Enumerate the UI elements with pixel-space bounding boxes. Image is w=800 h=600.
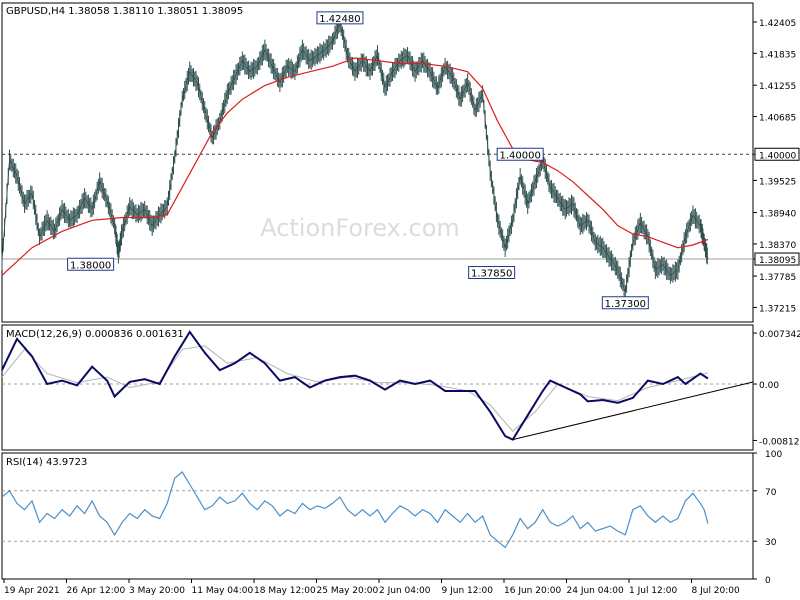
price-y-tick-label: 1.37785 [759, 273, 796, 283]
macd-line [1, 330, 709, 441]
x-tick-label: 18 May 12:00 [254, 586, 316, 596]
price-annotations: 1.42480 1.38000 1.40000 1.37850 1.37300 [67, 11, 649, 310]
price-y-tick-label: 1.40000 [759, 151, 796, 161]
x-tick-label: 3 May 20:00 [129, 586, 185, 596]
macd-panel-frame [1, 324, 754, 451]
price-y-tick-label: 1.41835 [759, 50, 796, 60]
x-tick-label: 2 Jun 04:00 [379, 586, 431, 596]
rsi-y-tick-label: 70 [765, 488, 777, 498]
price-header: GBPUSD,H4 1.38058 1.38110 1.38051 1.3809… [6, 6, 243, 17]
x-tick-label: 24 Jun 04:00 [567, 586, 624, 596]
macd-y-tick-label: 0.007342 [759, 330, 800, 340]
price-annotation-label: 1.37300 [605, 299, 646, 310]
x-tick-label: 11 May 04:00 [192, 586, 254, 596]
rsi-y-tick-label: 100 [765, 450, 782, 460]
x-tick-label: 19 Apr 2021 [4, 586, 60, 596]
chart: ActionForex.com 1.42480 1.38000 1.40000 1.3… [1, 2, 800, 596]
price-y-tick-label: 1.42405 [759, 19, 796, 29]
price-annotation-label: 1.38000 [70, 260, 111, 271]
macd-series: 0.007342 0.00 -0.008126 [1, 330, 800, 447]
x-tick-label: 26 Apr 12:00 [67, 586, 126, 596]
y-axis-ticks: 1.42405 1.41835 1.41255 1.40685 1.40000 1.395… [753, 19, 800, 314]
rsi-panel-frame [1, 452, 754, 580]
x-tick-label: 8 Jul 20:00 [692, 586, 741, 596]
horizontal-levels [2, 153, 753, 260]
macd-header: MACD(12,26,9) 0.000836 0.001631 [6, 329, 184, 340]
rsi-y-tick-label: 0 [765, 576, 771, 586]
price-y-tick-label: 1.38940 [759, 210, 796, 220]
rsi-y-tick-label: 30 [765, 538, 777, 548]
macd-y-tick-label: 0.00 [759, 381, 779, 391]
macd-trendline [512, 381, 754, 441]
watermark: ActionForex.com [260, 214, 460, 242]
x-tick-label: 25 May 20:00 [317, 586, 379, 596]
price-annotation-label: 1.40000 [500, 150, 541, 161]
x-tick-label: 1 Jul 12:00 [629, 586, 678, 596]
rsi-line [1, 470, 709, 549]
rsi-series: 100 70 30 0 [1, 450, 782, 586]
price-y-tick-label: 1.38370 [759, 241, 796, 251]
macd-y-tick-label: -0.008126 [759, 437, 800, 447]
watermark-layer: ActionForex.com [260, 214, 460, 242]
x-tick-label: 9 Jun 12:00 [442, 586, 494, 596]
price-y-tick-label: 1.39525 [759, 177, 796, 187]
price-annotation-label: 1.42480 [319, 14, 360, 25]
price-y-tick-label: 1.37215 [759, 304, 796, 314]
x-axis-ticks: 19 Apr 2021 26 Apr 12:00 3 May 20:00 11 May… [3, 579, 741, 596]
price-y-tick-label: 1.40685 [759, 114, 796, 124]
price-y-tick-label: 1.38095 [759, 256, 796, 266]
price-series [1, 12, 709, 299]
rsi-header: RSI(14) 43.9723 [6, 457, 87, 468]
price-annotation-label: 1.37850 [471, 269, 512, 280]
price-y-tick-label: 1.41255 [759, 82, 796, 92]
x-tick-label: 16 Jun 20:00 [504, 586, 561, 596]
